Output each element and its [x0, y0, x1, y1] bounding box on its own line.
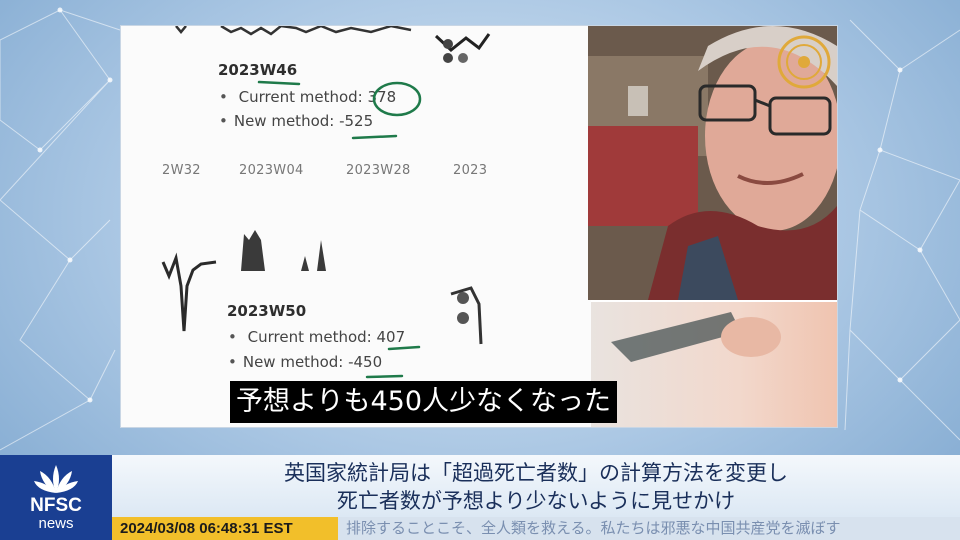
timestamp: 2024/03/08 06:48:31 EST — [112, 517, 338, 540]
headline-line-1: 英国家統計局は「超過死亡者数」の計算方法を変更し — [284, 461, 788, 485]
brand-tag: news — [38, 515, 74, 532]
document-screenshot: 2023W46 Current method: 378 New method: … — [121, 26, 591, 427]
speaker-webcam — [588, 26, 837, 300]
news-ticker: 2024/03/08 06:48:31 EST 排除することこそ、全人類を救える… — [112, 517, 960, 540]
video-frame: 2023W46 Current method: 378 New method: … — [121, 26, 837, 427]
ticker-scroll-text: 排除することこそ、全人類を救える。私たちは邪悪な中国共産党を滅ぼす — [346, 519, 841, 537]
speaker-illustration — [588, 26, 837, 300]
blurred-foreground — [591, 302, 837, 427]
brand-name: NFSC — [30, 495, 82, 516]
watermark-seal — [777, 35, 831, 89]
subtitle-caption: 予想よりも450人少なくなった — [230, 381, 617, 423]
nfsc-logo: NFSC news — [0, 455, 112, 540]
headline-line-2: 死亡者数が予想より少ないように見せかけ — [336, 489, 736, 513]
headline-banner: 英国家統計局は「超過死亡者数」の計算方法を変更し 死亡者数が予想より少ないように… — [112, 455, 960, 517]
lotus-icon — [34, 465, 78, 493]
annotation-marks — [257, 80, 422, 379]
